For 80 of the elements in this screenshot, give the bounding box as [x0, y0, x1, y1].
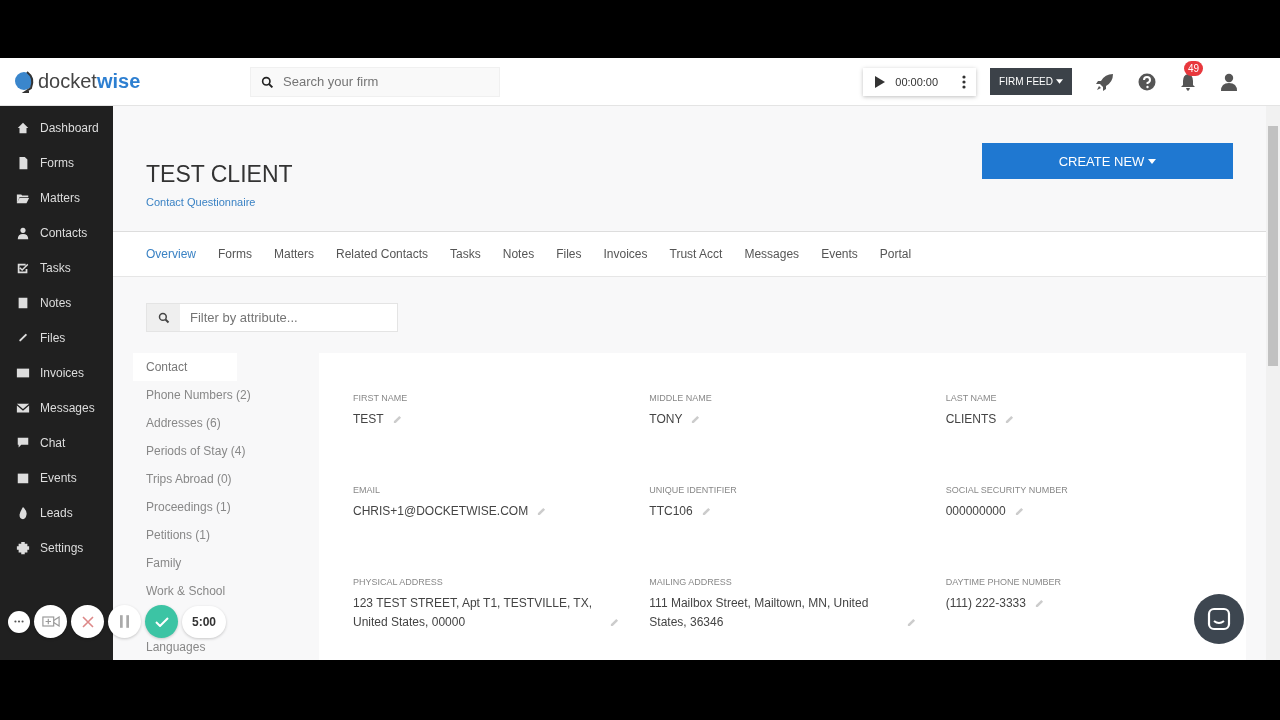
sidebar-item[interactable]: Messages — [0, 390, 113, 425]
category-item[interactable]: Contact — [133, 353, 238, 381]
tab[interactable]: Tasks — [450, 247, 481, 261]
camera-icon — [41, 616, 60, 627]
tab[interactable]: Portal — [879, 247, 912, 261]
field-label: LAST NAME — [945, 393, 998, 403]
sidebar-item[interactable]: Chat — [0, 425, 113, 460]
field-label: FIRST NAME — [353, 393, 409, 403]
category-item[interactable]: Periods of Stay (4) — [133, 444, 259, 458]
field-value: CLIENTS — [945, 411, 997, 428]
category-item[interactable]: Addresses (6) — [133, 416, 234, 430]
home-icon — [16, 120, 30, 135]
category-item[interactable]: Trips Abroad (0) — [133, 472, 245, 486]
firm-feed-button[interactable]: FIRM FEED — [990, 68, 1072, 95]
field-label: SOCIAL SECURITY NUMBER — [945, 485, 1069, 495]
sidebar-item[interactable]: Contacts — [0, 215, 113, 250]
tab[interactable]: Events — [821, 247, 858, 261]
tab[interactable]: Matters — [274, 247, 315, 261]
field-label: MIDDLE NAME — [649, 393, 713, 403]
chat-icon — [1207, 607, 1231, 631]
tab[interactable]: Messages — [744, 247, 800, 261]
tab[interactable]: Invoices — [603, 247, 648, 261]
brand-name: docketwise — [38, 70, 141, 93]
scrollbar[interactable] — [1266, 106, 1280, 660]
help-icon[interactable] — [1138, 72, 1156, 91]
page-title: TEST CLIENT — [146, 161, 293, 188]
more-icon[interactable] — [962, 74, 967, 89]
search-icon — [261, 75, 274, 89]
field-value: 111 Mailbox Street, Mailtown, MN, United States, 36346 — [649, 595, 870, 631]
ellipsis-icon — [14, 620, 24, 623]
check-icon — [154, 616, 169, 627]
pause-button[interactable] — [108, 605, 141, 638]
field-label: EMAIL — [353, 485, 381, 495]
create-new-button[interactable]: CREATE NEW — [982, 143, 1233, 179]
person-icon — [16, 225, 30, 240]
sidebar-item[interactable]: Invoices — [0, 355, 113, 390]
sidebar-item[interactable]: Events — [0, 460, 113, 495]
field-value: 000000000 — [945, 503, 1006, 520]
questionnaire-link[interactable]: Contact Questionnaire — [146, 196, 256, 208]
sidebar-item[interactable]: Matters — [0, 180, 113, 215]
tab[interactable]: Files — [556, 247, 582, 261]
tab[interactable]: Notes — [502, 247, 535, 261]
category-item[interactable]: Languages — [133, 640, 219, 654]
search-field[interactable]: Search your firm — [250, 66, 500, 97]
timer-time: 00:00:00 — [895, 75, 939, 88]
category-item[interactable]: Proceedings (1) — [133, 500, 244, 514]
tab[interactable]: Forms — [218, 247, 252, 261]
caret-icon — [1056, 79, 1063, 84]
category-item[interactable]: Work & School — [133, 584, 239, 598]
bell-icon[interactable] — [1180, 72, 1196, 91]
play-icon[interactable] — [875, 75, 886, 88]
rocket-icon[interactable] — [1096, 72, 1114, 91]
sidebar-item[interactable]: Notes — [0, 285, 113, 320]
field-value: TEST — [353, 411, 384, 428]
notification-badge: 49 — [1184, 60, 1204, 76]
sidebar-item[interactable]: Forms — [0, 145, 113, 180]
sidebar-item[interactable]: Leads — [0, 495, 113, 530]
field-label: MAILING ADDRESS — [649, 577, 733, 587]
close-icon — [81, 615, 94, 628]
field-label: UNIQUE IDENTIFIER — [649, 485, 738, 495]
countdown-timer: 5:00 — [182, 605, 227, 638]
tab[interactable]: Overview — [146, 247, 196, 261]
field-value: 123 TEST STREET, Apt T1, TESTVILLE, TX, United States, 00000 — [353, 595, 593, 631]
tab[interactable]: Trust Acct — [669, 247, 723, 261]
sidebar-item[interactable]: Files — [0, 320, 113, 355]
sidebar-item[interactable]: Dashboard — [0, 110, 113, 145]
field-label: PHYSICAL ADDRESS — [353, 577, 444, 587]
tab[interactable]: Related Contacts — [336, 247, 429, 261]
sidebar-item[interactable]: Tasks — [0, 250, 113, 285]
user-icon[interactable] — [1220, 72, 1238, 91]
speech-bubble-icon — [16, 435, 30, 450]
field-label: DAYTIME PHONE NUMBER — [945, 577, 1062, 587]
field-value: CHRIS+1@DOCKETWISE.COM — [353, 503, 529, 520]
field-value: (111) 222-3333 — [945, 595, 1026, 612]
field-value: TONY — [649, 411, 683, 428]
sidebar-item[interactable]: Settings — [0, 530, 113, 565]
field-value: TTC106 — [649, 503, 693, 520]
pause-icon — [120, 615, 129, 628]
caret-icon — [1148, 158, 1157, 164]
category-item[interactable]: Petitions (1) — [133, 528, 224, 542]
